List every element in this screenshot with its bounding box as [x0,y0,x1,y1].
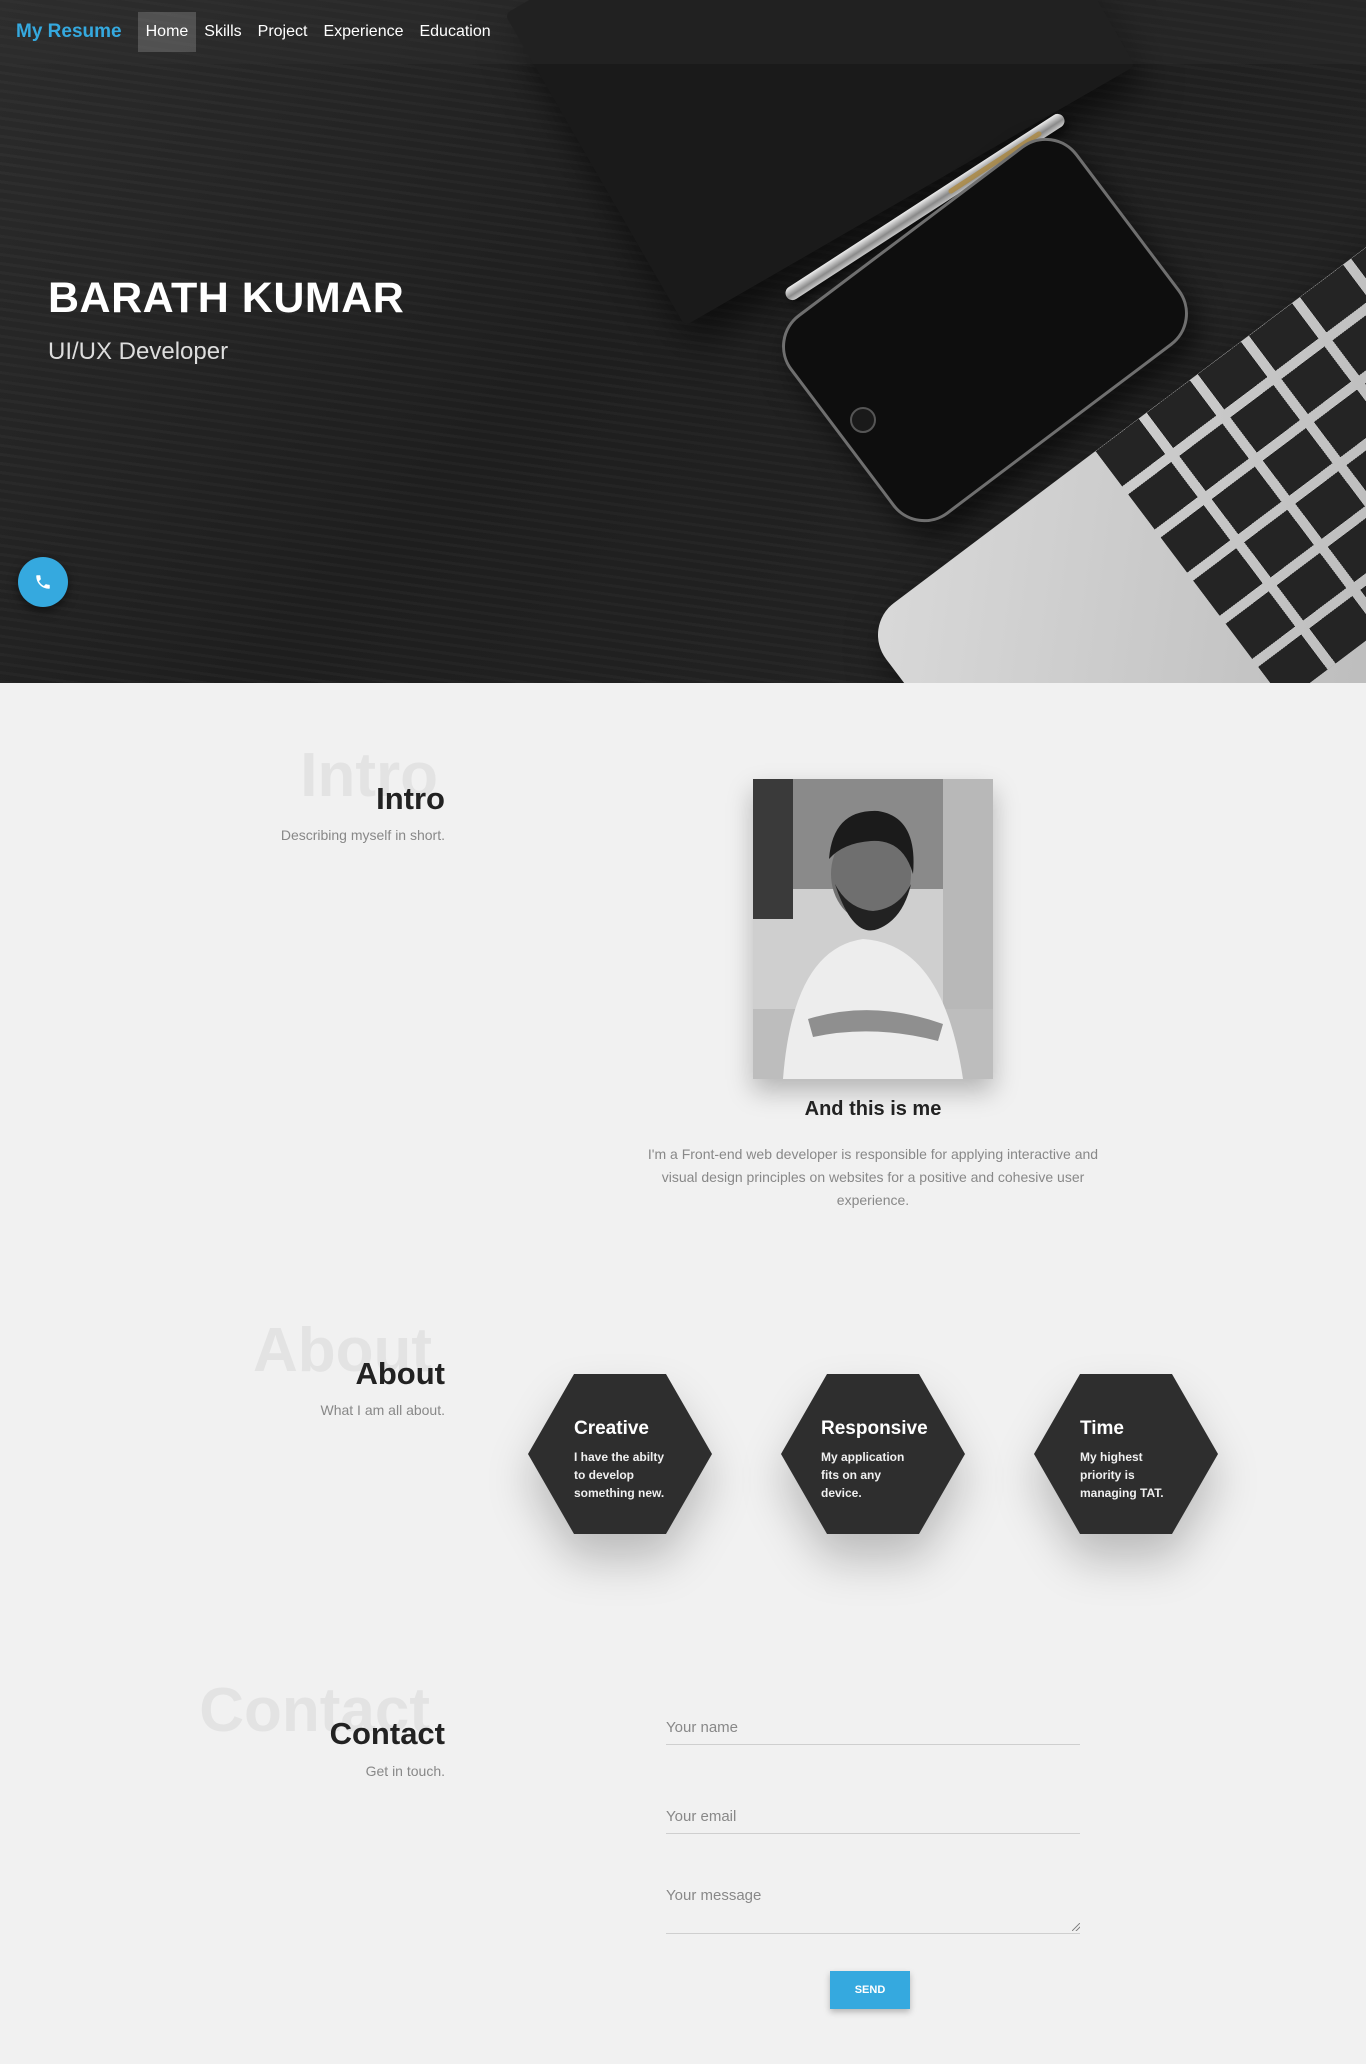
nav-item-project[interactable]: Project [250,12,316,52]
email-field-wrapper [666,1808,1080,1834]
about-card-time: Time My highest priority is managing TAT… [1034,1374,1218,1534]
smartphone-home-button-image [850,407,876,433]
call-button[interactable] [18,557,68,607]
about-card-title: Responsive [821,1418,928,1439]
about-card-text: I have the abilty to develop something n… [574,1450,665,1500]
hero-name: BARATH KUMAR [48,274,405,322]
message-textarea[interactable] [666,1887,1080,1904]
name-input[interactable] [666,1719,1080,1736]
about-card-text: My highest priority is managing TAT. [1080,1450,1164,1500]
contact-title: Contact [329,1716,445,1751]
about-card-responsive: Responsive My application fits on any de… [781,1374,965,1534]
name-field-wrapper [666,1719,1080,1745]
profile-photo [753,779,993,1079]
nav-item-skills[interactable]: Skills [196,12,249,52]
nav-item-experience[interactable]: Experience [315,12,411,52]
profile-photo-image [753,779,993,1079]
send-button[interactable]: SEND [830,1971,910,2009]
about-card-title: Creative [574,1418,649,1439]
hero-role: UI/UX Developer [48,338,229,365]
about-subtitle: What I am all about. [320,1402,445,1418]
intro-description: I'm a Front-end web developer is respons… [647,1146,1099,1208]
intro-watermark: Intro [300,741,438,810]
intro-subtitle: Describing myself in short. [280,827,445,843]
contact-subtitle: Get in touch. [365,1763,445,1779]
navbar: My Resume Home Skills Project Experience… [0,0,1366,64]
about-title: About [355,1356,445,1391]
resize-grip-icon[interactable] [1072,1923,1080,1931]
intro-title: Intro [376,781,445,816]
photo-caption: And this is me [804,1098,942,1120]
about-card-text: My application fits on any device. [821,1450,905,1500]
hero-section: My Resume Home Skills Project Experience… [0,0,1366,683]
nav-item-home[interactable]: Home [137,12,197,52]
message-field-wrapper [666,1887,1080,1934]
about-card-creative: Creative I have the abilty to develop so… [528,1374,712,1534]
about-card-title: Time [1080,1418,1125,1439]
brand-logo-link[interactable]: My Resume [16,21,122,43]
phone-icon [36,575,50,589]
nav-item-education[interactable]: Education [411,12,498,52]
email-input[interactable] [666,1808,1080,1825]
